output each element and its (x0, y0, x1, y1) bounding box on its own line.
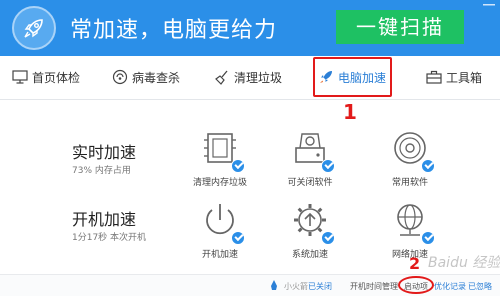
tool-label: 开机加速 (201, 250, 238, 260)
header-slogan: 常加速，电脑更给力 (70, 18, 278, 43)
tool-label: 系统加速 (291, 250, 328, 260)
ignored-link[interactable]: 已忽略 (468, 281, 492, 292)
small-rocket-icon (271, 280, 277, 290)
rocket-logo-icon (12, 6, 56, 50)
annotation-step-2: 2 (409, 254, 421, 273)
tab-home-checkup[interactable]: 首页体检 (12, 56, 80, 100)
broom-icon (215, 70, 228, 85)
check-badge-icon (421, 231, 435, 245)
check-badge-icon (231, 231, 245, 245)
check-badge-icon (421, 159, 435, 173)
boot-time-text: 1分17秒 本次开机 (72, 233, 147, 243)
check-badge-icon (321, 231, 335, 245)
window-control-icon[interactable] (482, 2, 496, 10)
tab-label: 病毒查杀 (132, 71, 181, 85)
rocket-label: 小火箭 (284, 282, 308, 291)
toolbox-icon (426, 70, 442, 84)
closable-software-tool[interactable]: 可关闭软件 (270, 126, 350, 188)
system-speedup-tool[interactable]: 系统加速 (270, 198, 350, 260)
annotation-circle (398, 276, 434, 294)
tab-label: 首页体检 (32, 71, 81, 85)
app-header: 常加速，电脑更给力 一键扫描 (0, 0, 500, 56)
tool-label: 可关闭软件 (287, 178, 333, 188)
tab-toolbox[interactable]: 工具箱 (426, 56, 482, 100)
tab-virus-scan[interactable]: 病毒查杀 (112, 56, 180, 100)
optimize-log-link[interactable]: 优化记录 (434, 281, 466, 292)
tool-label: 清理内存垃圾 (192, 178, 247, 188)
boot-time-management-link[interactable]: 开机时间管理 (350, 281, 398, 292)
monitor-icon (12, 70, 28, 84)
check-badge-icon (231, 159, 245, 173)
annotation-highlight-box (313, 57, 392, 97)
clean-memory-tool[interactable]: 清理内存垃圾 (180, 126, 260, 188)
realtime-speedup-title: 实时加速 (72, 143, 137, 162)
tab-label: 工具箱 (446, 71, 483, 85)
startup-speedup-title: 开机加速 (72, 210, 137, 229)
tab-label: 清理垃圾 (234, 71, 283, 85)
tool-label: 常用软件 (391, 178, 428, 188)
common-software-tool[interactable]: 常用软件 (370, 126, 450, 188)
check-badge-icon (321, 159, 335, 173)
network-speedup-tool[interactable]: 网络加速 (370, 198, 450, 260)
tab-clean-junk[interactable]: 清理垃圾 (214, 56, 282, 100)
baidu-watermark: Baidu 经验 (428, 255, 500, 271)
startup-speedup-tool[interactable]: 开机加速 (180, 198, 260, 260)
virus-shield-icon (112, 69, 128, 85)
main-tab-bar: 首页体检 病毒查杀 清理垃圾 电脑加速 工具箱 (0, 56, 500, 100)
memory-usage-text: 73% 内存占用 (72, 166, 131, 176)
one-click-scan-button[interactable]: 一键扫描 (336, 10, 464, 44)
rocket-status-link[interactable]: 已关闭 (308, 281, 332, 292)
annotation-step-1: 1 (343, 100, 357, 124)
